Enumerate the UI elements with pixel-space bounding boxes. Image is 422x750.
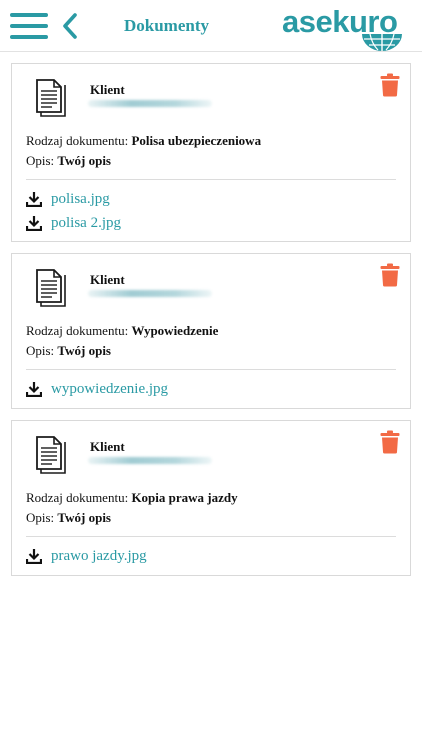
file-download-link[interactable]: polisa.jpg: [26, 190, 146, 210]
document-type-label: Rodzaj dokumentu:: [26, 323, 129, 338]
file-download-link[interactable]: polisa 2.jpg: [26, 214, 146, 234]
client-label: Klient: [90, 272, 125, 287]
download-icon: [26, 192, 42, 207]
document-icon: [36, 269, 66, 307]
file-download-link[interactable]: prawo jazdy.jpg: [26, 547, 147, 567]
document-type-label: Rodzaj dokumentu:: [26, 490, 129, 505]
asekuro-logo: asekuro: [282, 6, 408, 51]
file-name: prawo jazdy.jpg: [51, 548, 147, 564]
document-type-value: Polisa ubezpieczeniowa: [131, 133, 262, 148]
trash-icon[interactable]: [380, 430, 400, 454]
client-name-redacted: [88, 290, 212, 297]
description-label: Opis:: [26, 343, 55, 358]
document-type-row: Rodzaj dokumentu: Kopia prawa jazdy: [26, 490, 238, 506]
description-row: Opis: Twój opis: [26, 510, 111, 526]
client-label: Klient: [90, 439, 125, 454]
top-bar: Dokumenty asekuro: [0, 0, 422, 52]
document-icon: [36, 79, 66, 117]
document-type-label: Rodzaj dokumentu:: [26, 133, 129, 148]
divider: [26, 179, 396, 180]
file-name: polisa.jpg: [51, 191, 110, 207]
divider: [26, 369, 396, 370]
document-card: Klient Rodzaj dokumentu: Kopia prawa jazd…: [11, 420, 411, 576]
client-label: Klient: [90, 82, 125, 97]
globe-icon: [362, 33, 402, 51]
description-label: Opis:: [26, 153, 55, 168]
description-row: Opis: Twój opis: [26, 153, 111, 169]
description-row: Opis: Twój opis: [26, 343, 111, 359]
chevron-left-icon[interactable]: [60, 12, 80, 40]
download-icon: [26, 549, 42, 564]
description-value: Twój opis: [57, 343, 111, 358]
document-type-row: Rodzaj dokumentu: Polisa ubezpieczeniowa: [26, 133, 261, 149]
trash-icon[interactable]: [380, 263, 400, 287]
client-name-redacted: [88, 100, 212, 107]
page-title: Dokumenty: [124, 16, 210, 35]
file-name: wypowiedzenie.jpg: [51, 381, 169, 397]
description-value: Twój opis: [57, 153, 111, 168]
description-value: Twój opis: [57, 510, 111, 525]
document-type-value: Kopia prawa jazdy: [131, 490, 238, 505]
document-type-row: Rodzaj dokumentu: Wypowiedzenie: [26, 323, 218, 339]
download-icon: [26, 382, 42, 397]
file-download-link[interactable]: wypowiedzenie.jpg: [26, 380, 186, 400]
document-icon: [36, 436, 66, 474]
document-card: Klient Rodzaj dokumentu: Wypowiedzenie Opi…: [11, 253, 411, 409]
hamburger-menu-icon[interactable]: [10, 13, 48, 39]
download-icon: [26, 216, 42, 231]
client-name-redacted: [88, 457, 212, 464]
divider: [26, 536, 396, 537]
trash-icon[interactable]: [380, 73, 400, 97]
description-label: Opis:: [26, 510, 55, 525]
document-card: Klient Rodzaj dokumentu: Polisa ubezpiecz…: [11, 63, 411, 242]
document-type-value: Wypowiedzenie: [131, 323, 219, 338]
file-name: polisa 2.jpg: [51, 215, 121, 231]
